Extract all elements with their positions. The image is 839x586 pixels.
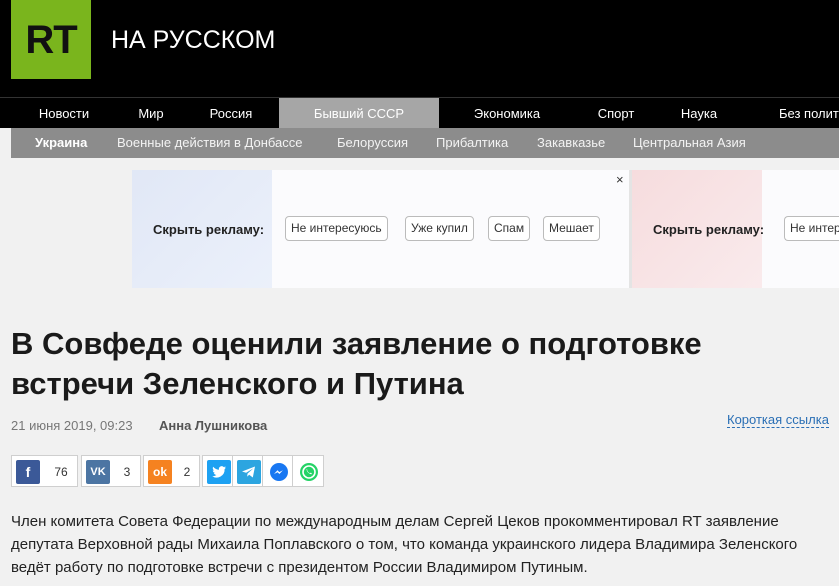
twitter-share-button[interactable] [202, 455, 234, 487]
whatsapp-icon [297, 460, 321, 484]
nav-item-former-ussr[interactable]: Бывший СССР [279, 98, 439, 129]
vk-share-button[interactable]: VK 3 [81, 455, 141, 487]
odnoklassniki-icon: ok [148, 460, 172, 484]
nav-item-russia[interactable]: Россия [196, 98, 266, 129]
facebook-share-count: 76 [54, 465, 68, 479]
site-title[interactable]: НА РУССКОМ [111, 26, 275, 55]
already-bought-button[interactable]: Уже купил [405, 216, 474, 241]
site-header: RT НА РУССКОМ [0, 0, 839, 97]
sub-nav: Украина Военные действия в Донбассе Бело… [11, 128, 839, 158]
hide-ad-label-2: Скрыть рекламу: [653, 222, 765, 237]
ad-area: × Скрыть рекламу: Не интересуюсь Уже куп… [132, 170, 839, 288]
nav-item-no-politics[interactable]: Без полити [779, 98, 839, 129]
article-headline: В Совфеде оценили заявление о подготовке… [11, 326, 702, 401]
subnav-item-baltics[interactable]: Прибалтика [436, 128, 508, 158]
nav-item-sport[interactable]: Спорт [588, 98, 644, 129]
main-nav: Новости Мир Россия Бывший СССР Экономика… [0, 97, 839, 129]
subnav-item-transcaucasia[interactable]: Закавказье [537, 128, 605, 158]
annoying-button[interactable]: Мешает [543, 216, 600, 241]
not-interested-button[interactable]: Не интересуюсь [285, 216, 388, 241]
facebook-share-button[interactable]: f 76 [11, 455, 78, 487]
subnav-item-ukraine[interactable]: Украина [35, 128, 87, 158]
spam-button[interactable]: Спам [488, 216, 531, 241]
subnav-item-donbass[interactable]: Военные действия в Донбассе [117, 128, 303, 158]
facebook-icon: f [16, 460, 40, 484]
logo-text: RT [25, 18, 77, 62]
ok-share-count: 2 [183, 465, 191, 479]
hide-ad-label: Скрыть рекламу: [153, 222, 265, 237]
not-interested-button-2[interactable]: Не интер [784, 216, 839, 241]
subnav-item-belarus[interactable]: Белоруссия [337, 128, 408, 158]
short-link[interactable]: Короткая ссылка [727, 412, 829, 428]
telegram-icon [237, 460, 261, 484]
close-icon[interactable]: × [616, 172, 624, 187]
nav-item-science[interactable]: Наука [670, 98, 728, 129]
subnav-item-central-asia[interactable]: Центральная Азия [633, 128, 746, 158]
ok-share-button[interactable]: ok 2 [143, 455, 200, 487]
article-body: Член комитета Совета Федерации по междун… [11, 513, 798, 576]
telegram-share-button[interactable] [232, 455, 264, 487]
vk-share-count: 3 [123, 465, 131, 479]
article-author[interactable]: Анна Лушникова [159, 418, 267, 433]
nav-item-news[interactable]: Новости [22, 98, 106, 129]
messenger-share-button[interactable] [262, 455, 294, 487]
vk-icon: VK [86, 460, 110, 484]
twitter-icon [207, 460, 231, 484]
nav-item-economy[interactable]: Экономика [462, 98, 552, 129]
whatsapp-share-button[interactable] [292, 455, 324, 487]
article-date: 21 июня 2019, 09:23 [11, 418, 133, 433]
nav-item-world[interactable]: Мир [118, 98, 184, 129]
messenger-icon [267, 460, 291, 484]
rt-logo[interactable]: RT [11, 0, 91, 79]
